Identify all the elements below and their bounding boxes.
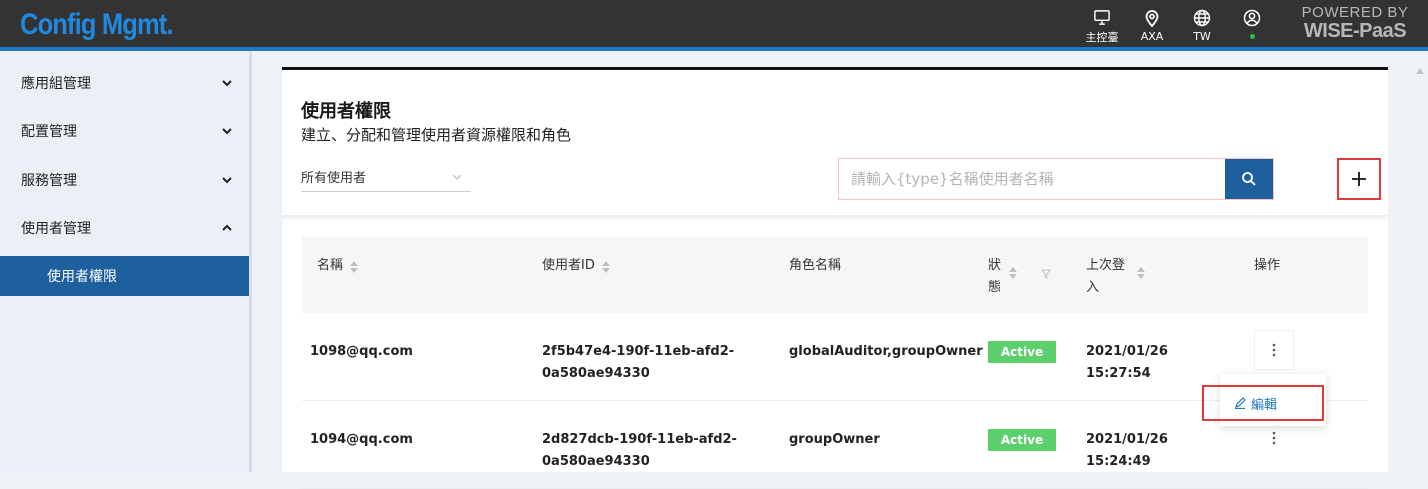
nav-user[interactable] xyxy=(1230,9,1274,45)
nav-dashboard[interactable]: 主控臺 xyxy=(1080,9,1124,45)
plus-icon xyxy=(1352,172,1366,186)
search-icon xyxy=(1242,172,1256,186)
column-header-label: 狀 xyxy=(988,258,1002,273)
chevron-down-icon xyxy=(452,174,462,180)
sidebar-item-services[interactable]: 服務管理 xyxy=(0,156,249,204)
column-header-actions: 操作 xyxy=(1254,255,1280,277)
last-login-time: 15:27:54 xyxy=(1086,366,1151,381)
powered-by-logo: POWERED BY WISE-PaaS xyxy=(1296,4,1414,42)
sidebar-item-users[interactable]: 使用者管理 xyxy=(0,204,249,252)
nav-location-label: AXA xyxy=(1140,30,1164,43)
user-id-line: 2d827dcb-190f-11eb-afd2- xyxy=(542,432,737,447)
sidebar: 應用組管理 配置管理 服務管理 使用者管理 使用者權限 xyxy=(0,51,252,472)
table-header: 名稱 使用者ID 角色名稱 狀 態 上次登 入 操作 xyxy=(302,237,1368,313)
sort-icon[interactable] xyxy=(1137,267,1145,281)
column-header-label: 態 xyxy=(988,280,1002,295)
edit-label: 編輯 xyxy=(1251,397,1278,413)
edit-pencil-icon xyxy=(1235,397,1246,409)
scrollbar[interactable] xyxy=(1412,51,1428,472)
globe-icon xyxy=(1193,9,1211,27)
column-header-user-id[interactable]: 使用者ID xyxy=(542,255,610,277)
sidebar-item-config[interactable]: 配置管理 xyxy=(0,107,249,155)
users-table: 名稱 使用者ID 角色名稱 狀 態 上次登 入 操作 1098@qq.com 2… xyxy=(302,237,1368,489)
online-status-dot xyxy=(1249,34,1255,39)
location-pin-icon xyxy=(1145,10,1159,27)
column-header-label: 上次登 xyxy=(1086,258,1126,273)
user-filter-value: 所有使用者 xyxy=(301,171,367,186)
nav-dashboard-label: 主控臺 xyxy=(1085,31,1119,44)
sort-icon[interactable] xyxy=(1009,267,1017,281)
user-id: 2f5b47e4-190f-11eb-afd2- 0a580ae94330 xyxy=(542,341,734,385)
more-vertical-icon xyxy=(1272,431,1276,445)
column-header-status[interactable]: 狀 態 xyxy=(988,255,1051,299)
user-filter-select[interactable]: 所有使用者 xyxy=(301,162,471,192)
more-vertical-icon xyxy=(1272,343,1276,357)
last-login-date: 2021/01/26 xyxy=(1086,432,1168,447)
last-login: 2021/01/26 15:24:49 xyxy=(1086,429,1168,473)
sidebar-item-label: 服務管理 xyxy=(21,173,77,189)
column-header-label: 名稱 xyxy=(317,258,344,273)
status-badge: Active xyxy=(988,341,1056,363)
search-input[interactable] xyxy=(839,159,1225,199)
sidebar-item-label: 配置管理 xyxy=(21,124,77,140)
chevron-up-icon xyxy=(222,224,232,231)
column-header-label: 使用者ID xyxy=(542,258,595,273)
last-login: 2021/01/26 15:27:54 xyxy=(1086,341,1168,385)
wise-paas-text: WISE-PaaS xyxy=(1303,20,1407,42)
user-icon xyxy=(1243,9,1261,27)
row-action-menu: 編輯 xyxy=(1202,374,1326,426)
sidebar-subitem-user-permissions[interactable]: 使用者權限 xyxy=(0,256,249,296)
row-actions-button[interactable] xyxy=(1254,330,1294,370)
search-box xyxy=(838,158,1274,200)
sort-icon[interactable] xyxy=(601,261,610,275)
nav-language[interactable]: TW xyxy=(1180,9,1224,45)
role-name: globalAuditor,groupOwner xyxy=(789,344,983,359)
page-title: 使用者權限 xyxy=(301,101,391,122)
add-user-button[interactable] xyxy=(1337,158,1381,200)
sidebar-item-app-groups[interactable]: 應用組管理 xyxy=(0,59,249,107)
user-name: 1094@qq.com xyxy=(310,432,413,447)
role-name: groupOwner xyxy=(789,432,880,447)
chevron-down-icon xyxy=(222,80,232,87)
last-login-time: 15:24:49 xyxy=(1086,454,1151,469)
column-header-role: 角色名稱 xyxy=(789,255,841,277)
app-title[interactable]: Config Mgmt. xyxy=(20,8,174,42)
sidebar-item-label: 應用組管理 xyxy=(21,76,91,92)
chevron-down-icon xyxy=(222,177,232,184)
nav-location[interactable]: AXA xyxy=(1130,9,1174,45)
nav-language-label: TW xyxy=(1193,30,1211,43)
last-login-date: 2021/01/26 xyxy=(1086,344,1168,359)
edit-menu-item[interactable]: 編輯 xyxy=(1202,385,1324,421)
user-id-line: 2f5b47e4-190f-11eb-afd2- xyxy=(542,344,735,359)
top-bar: Config Mgmt. 主控臺 AXA TW POWERED BY WISE-… xyxy=(0,0,1428,51)
user-name: 1098@qq.com xyxy=(310,344,413,359)
column-header-label: 入 xyxy=(1086,280,1100,295)
column-header-label: 操作 xyxy=(1254,258,1281,273)
scroll-up-arrow-icon[interactable] xyxy=(1416,68,1424,74)
column-header-name[interactable]: 名稱 xyxy=(317,255,359,277)
monitor-icon xyxy=(1094,10,1110,25)
column-header-last-login[interactable]: 上次登 入 xyxy=(1086,255,1145,299)
page-subtitle: 建立、分配和管理使用者資源權限和角色 xyxy=(301,126,572,144)
search-button[interactable] xyxy=(1225,159,1273,199)
filter-icon[interactable] xyxy=(1041,269,1051,279)
sort-icon[interactable] xyxy=(350,261,359,275)
user-id-line: 0a580ae94330 xyxy=(542,366,650,381)
user-id: 2d827dcb-190f-11eb-afd2- 0a580ae94330 xyxy=(542,429,737,473)
user-id-line: 0a580ae94330 xyxy=(542,454,650,469)
sidebar-item-label: 使用者管理 xyxy=(21,221,91,237)
column-header-label: 角色名稱 xyxy=(789,258,842,273)
card-divider xyxy=(282,215,1388,221)
chevron-down-icon xyxy=(222,128,232,135)
status-badge: Active xyxy=(988,429,1056,451)
